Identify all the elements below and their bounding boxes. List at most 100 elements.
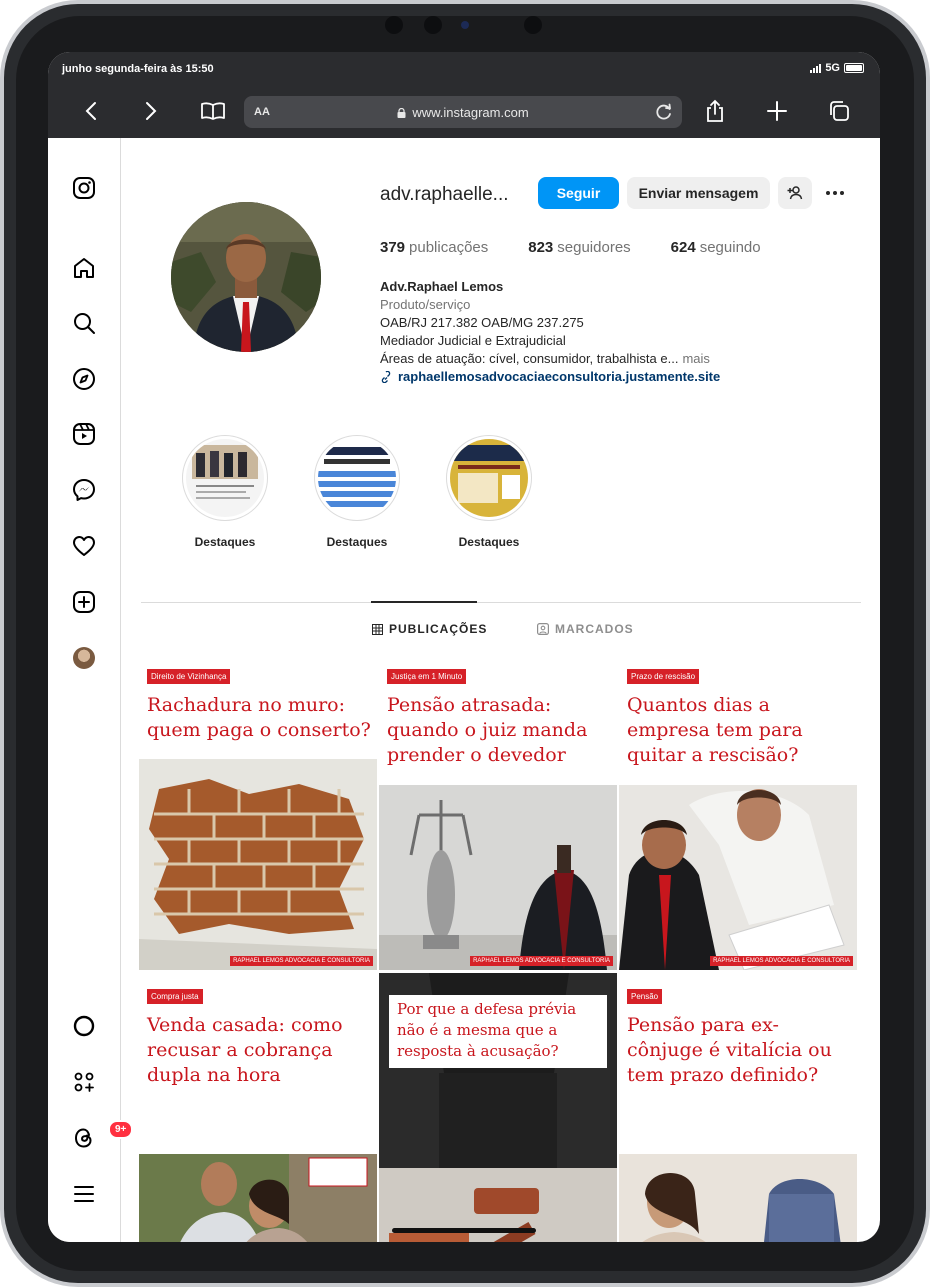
profile-stats: 379 publicações 823 seguidores 624 seguindo (380, 239, 761, 256)
status-indicators: 5G (810, 62, 864, 74)
explore-icon[interactable] (72, 367, 96, 391)
profile-photo-image (171, 202, 321, 352)
highlight-thumbnail (450, 439, 528, 517)
post-headline: Rachadura no muro: quem paga o conserto? (147, 694, 371, 741)
following-stat[interactable]: 624 seguindo (671, 239, 761, 256)
grid-icon (372, 623, 383, 635)
more-dot-icon (833, 191, 837, 195)
apps-grid-icon[interactable] (72, 1070, 96, 1094)
posts-stat: 379 publicações (380, 239, 489, 256)
instagram-sidebar: 9+ (48, 138, 134, 1242)
profile-username: adv.raphaelle... (380, 184, 509, 205)
threads-icon[interactable]: 9+ (72, 1120, 134, 1150)
new-tab-button[interactable] (764, 98, 790, 124)
tab-posts[interactable]: PUBLICAÇÕES (372, 622, 487, 636)
post-headline: Pensão atrasada: quando o juiz manda pre… (387, 694, 588, 766)
create-post-icon[interactable] (72, 590, 96, 614)
chevron-left-icon (85, 102, 96, 120)
reload-icon[interactable] (654, 102, 674, 122)
highlight-label: Destaques (194, 535, 256, 549)
follow-button[interactable]: Seguir (538, 177, 619, 209)
threads-circle-icon[interactable] (72, 1014, 96, 1038)
battery-icon (844, 63, 864, 73)
front-camera (461, 21, 469, 29)
post-headline-box: Por que a defesa prévia não é a mesma qu… (389, 995, 607, 1068)
notifications-badge: 9+ (108, 1120, 134, 1139)
sensor-dot (524, 16, 542, 34)
screen: junho segunda-feira às 15:50 5G AA www.i… (48, 52, 880, 1242)
forward-button[interactable] (138, 98, 164, 124)
post-tile[interactable]: Prazo de rescisão Quantos dias a empresa… (619, 653, 857, 970)
bio-line: Áreas de atuação: cível, consumidor, tra… (380, 351, 710, 366)
bookmarks-button[interactable] (200, 98, 226, 124)
messenger-icon[interactable] (72, 478, 96, 502)
add-user-icon (787, 186, 803, 200)
share-button[interactable] (702, 98, 728, 124)
instagram-logo-icon[interactable] (72, 176, 96, 200)
tabs-overview-icon (830, 101, 849, 121)
network-label: 5G (825, 62, 840, 74)
profile-photo[interactable] (171, 202, 321, 352)
followers-stat[interactable]: 823 seguidores (528, 239, 630, 256)
chevron-right-icon (146, 102, 157, 120)
signal-icon (810, 63, 822, 73)
home-indicator[interactable] (392, 1228, 536, 1233)
highlight-thumbnail (186, 439, 264, 517)
link-icon (381, 371, 391, 383)
back-button[interactable] (78, 98, 104, 124)
highlight-label: Destaques (458, 535, 520, 549)
highlight-ring (182, 435, 268, 521)
bio-category: Produto/serviço (380, 297, 471, 312)
highlight-item[interactable]: Destaques (444, 435, 534, 549)
post-category-tag: Prazo de rescisão (627, 669, 700, 684)
more-options-button[interactable] (822, 184, 848, 202)
highlight-label: Destaques (326, 535, 388, 549)
menu-icon[interactable] (72, 1182, 96, 1206)
post-brand-footer: RAPHAEL LEMOS ADVOCACIA E CONSULTORIA (470, 956, 613, 966)
tab-tagged[interactable]: MARCADOS (537, 622, 634, 636)
status-time: junho segunda-feira às 15:50 (62, 63, 214, 75)
post-category-tag: Compra justa (147, 989, 203, 1004)
suggested-users-button[interactable] (778, 177, 812, 209)
post-brand-footer: RAPHAEL LEMOS ADVOCACIA E CONSULTORIA (230, 956, 373, 966)
post-tile[interactable]: Por que a defesa prévia não é a mesma qu… (379, 973, 617, 1242)
bio-website-link[interactable]: raphaellemosadvocaciaeconsultoria.justam… (380, 368, 720, 386)
url-display: www.instagram.com (244, 105, 682, 120)
highlight-ring (446, 435, 532, 521)
plus-icon (767, 101, 787, 121)
highlight-item[interactable]: Destaques (180, 435, 270, 549)
tabs-button[interactable] (826, 98, 852, 124)
post-category-tag: Pensão (627, 989, 663, 1004)
tagged-user-icon (537, 623, 549, 635)
profile-avatar-icon[interactable] (73, 647, 95, 669)
address-bar[interactable]: AA www.instagram.com (244, 96, 682, 128)
active-tab-indicator (371, 601, 477, 603)
url-text: www.instagram.com (412, 105, 529, 120)
search-icon[interactable] (72, 311, 96, 335)
post-tile[interactable]: Compra justa Venda casada: como recusar … (139, 973, 377, 1242)
post-brand-footer: RAPHAEL LEMOS ADVOCACIA E CONSULTORIA (710, 956, 853, 966)
sensor-dot (424, 16, 442, 34)
lock-icon (397, 108, 406, 118)
tabs-divider (141, 602, 861, 603)
bio-more-link[interactable]: mais (682, 351, 709, 366)
post-headline: Venda casada: como recusar a cobrança du… (147, 1014, 343, 1086)
bio-name: Adv.Raphael Lemos (380, 279, 504, 294)
post-tile[interactable]: Justiça em 1 Minuto Pensão atrasada: qua… (379, 653, 617, 970)
home-icon[interactable] (72, 256, 96, 280)
sensor-dot (385, 16, 403, 34)
post-tile[interactable]: Pensão Pensão para ex-cônjuge é vitalíci… (619, 973, 857, 1242)
post-headline: Por que a defesa prévia não é a mesma qu… (397, 1000, 577, 1060)
post-headline: Pensão para ex-cônjuge é vitalícia ou te… (627, 1014, 832, 1086)
highlight-item[interactable]: Destaques (312, 435, 402, 549)
post-image (619, 785, 857, 970)
reels-icon[interactable] (72, 422, 96, 446)
share-icon (707, 99, 723, 122)
heart-icon[interactable] (72, 534, 96, 558)
more-dot-icon (840, 191, 844, 195)
post-headline: Quantos dias a empresa tem para quitar a… (627, 694, 803, 766)
post-tile[interactable]: Direito de Vizinhança Rachadura no muro:… (139, 653, 377, 970)
send-message-button[interactable]: Enviar mensagem (627, 177, 770, 209)
post-category-tag: Direito de Vizinhança (147, 669, 231, 684)
highlight-ring (314, 435, 400, 521)
